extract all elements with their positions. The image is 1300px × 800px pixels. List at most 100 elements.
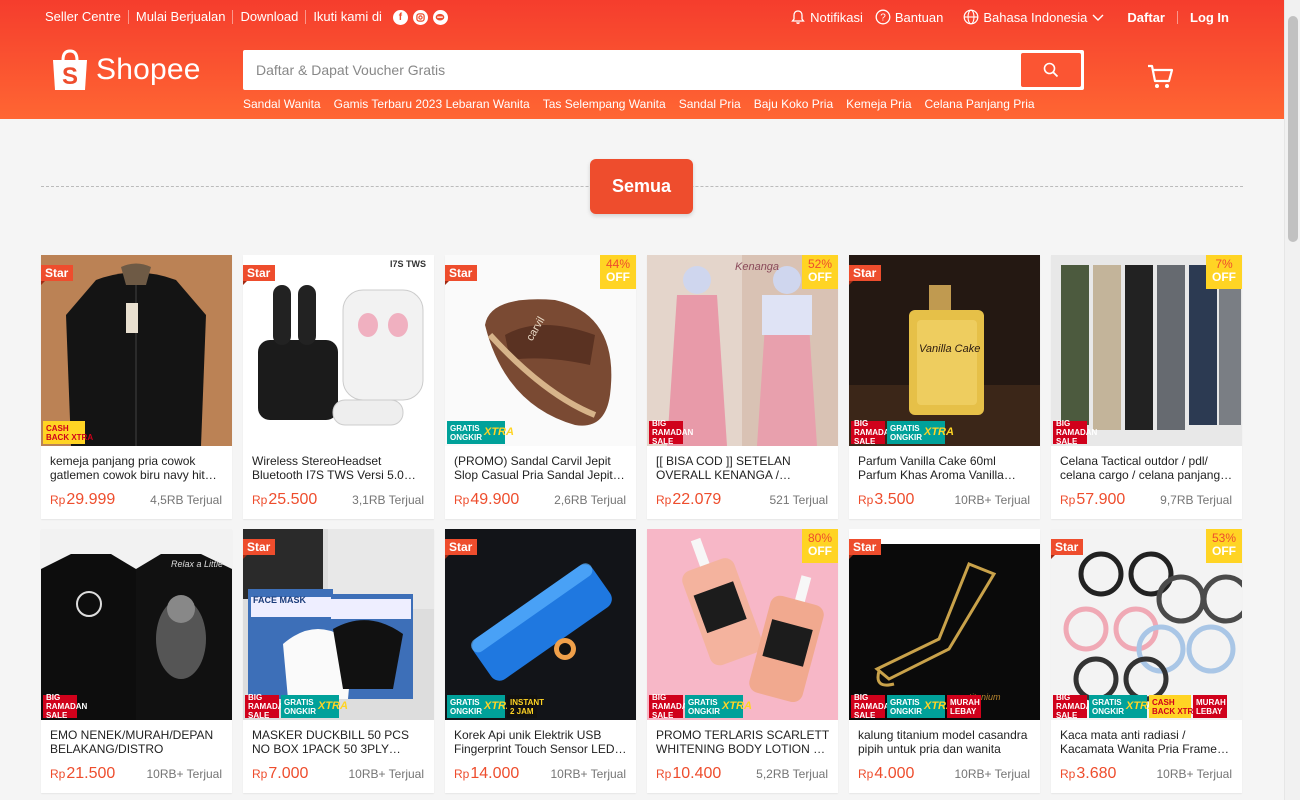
- gratis-ongkir-badge: GRATIS ONGKIR XTRA: [887, 695, 954, 718]
- big-ramadan-sale-badge: BIG RAMADAN SALE: [245, 693, 289, 720]
- suggestion-link[interactable]: Tas Selempang Wanita: [543, 97, 666, 111]
- product-price: Rp49.900: [454, 491, 520, 508]
- page-scrollbar[interactable]: [1284, 0, 1300, 800]
- download-link[interactable]: Download: [232, 10, 305, 24]
- suggestion-link[interactable]: Celana Panjang Pria: [925, 97, 1035, 111]
- sold-count: 10RB+ Terjual: [146, 767, 223, 781]
- sold-count: 9,7RB Terjual: [1160, 493, 1232, 507]
- promo-badges: BIG RAMADAN SALE GRATIS ONGKIR XTRA: [649, 693, 752, 720]
- product-card[interactable]: Kenanga 52% OFF BIG RAMADAN SALE [[ BISA …: [647, 255, 838, 519]
- top-navbar: Seller Centre Mulai Berjualan Download I…: [45, 8, 1229, 26]
- instagram-icon[interactable]: [412, 9, 428, 25]
- topbar-left: Seller Centre Mulai Berjualan Download I…: [45, 9, 448, 25]
- product-card[interactable]: Star carvil 44% OFF GRATIS ONGKIR XTRA (PR…: [445, 255, 636, 519]
- language-label: Bahasa Indonesia: [983, 9, 1088, 25]
- bell-icon: [790, 9, 806, 25]
- product-price: Rp4.000: [858, 765, 915, 782]
- discount-badge: 53% OFF: [1206, 529, 1242, 563]
- price-row: Rp7.000 10RB+ Terjual: [252, 765, 424, 783]
- price-row: Rp49.900 2,6RB Terjual: [454, 491, 626, 509]
- product-image: 7% OFF BIG RAMADAN SALE: [1051, 255, 1242, 446]
- promo-badges: BIG RAMADAN SALE: [649, 419, 693, 446]
- product-card[interactable]: Star Vanilla Cake BIG RAMADAN SALE GRATI…: [849, 255, 1040, 519]
- price-row: Rp22.079 521 Terjual: [656, 491, 828, 509]
- sold-count: 10RB+ Terjual: [348, 767, 425, 781]
- mulai-berjualan-link[interactable]: Mulai Berjualan: [127, 10, 233, 24]
- suggestion-link[interactable]: Sandal Wanita: [243, 97, 321, 111]
- product-card[interactable]: Star CASH BACK XTRA kemeja panjang pria …: [41, 255, 232, 519]
- search-button[interactable]: [1021, 53, 1081, 87]
- promo-badges: CASH BACK XTRA: [43, 421, 93, 444]
- product-card[interactable]: 80% OFF BIG RAMADAN SALE GRATIS ONGKIR XTR…: [647, 529, 838, 793]
- daftar-link[interactable]: Daftar: [1127, 10, 1165, 25]
- product-image: Star FACE MASK BIG RAMADAN SALE GRATIS O…: [243, 529, 434, 720]
- star-badge: Star: [849, 265, 882, 285]
- product-price: Rp7.000: [252, 765, 309, 782]
- product-card[interactable]: Star titanium BIG RAMADAN SALE GRATIS ON…: [849, 529, 1040, 793]
- sold-count: 10RB+ Terjual: [954, 767, 1031, 781]
- suggestion-link[interactable]: Sandal Pria: [679, 97, 741, 111]
- product-price: Rp29.999: [50, 491, 116, 508]
- cart-icon[interactable]: [1146, 62, 1174, 90]
- price-row: Rp4.000 10RB+ Terjual: [858, 765, 1030, 783]
- product-card[interactable]: Star I7S TWS Wireless StereoHeadset Blue…: [243, 255, 434, 519]
- suggestion-link[interactable]: Gamis Terbaru 2023 Lebaran Wanita: [334, 97, 530, 111]
- product-title: Parfum Vanilla Cake 60ml Parfum Khas Aro…: [858, 454, 1004, 482]
- discount-badge: 7% OFF: [1206, 255, 1242, 289]
- product-card[interactable]: 7% OFF BIG RAMADAN SALE Celana Tactical o…: [1051, 255, 1242, 519]
- star-badge: Star: [445, 265, 478, 285]
- star-badge: Star: [243, 539, 276, 559]
- divider: [1177, 10, 1178, 24]
- big-ramadan-sale-badge: BIG RAMADAN SALE: [1053, 693, 1097, 720]
- seller-centre-link[interactable]: Seller Centre: [45, 10, 128, 24]
- product-image: Star titanium BIG RAMADAN SALE GRATIS ON…: [849, 529, 1040, 720]
- product-image: Kenanga 52% OFF BIG RAMADAN SALE: [647, 255, 838, 446]
- promo-badges: BIG RAMADAN SALE: [43, 693, 87, 720]
- gratis-ongkir-badge: GRATIS ONGKIR XTRA: [1089, 695, 1156, 718]
- shopee-logo[interactable]: S Shopee: [50, 48, 201, 92]
- notifikasi-link[interactable]: Notifikasi: [790, 9, 863, 25]
- star-badge: Star: [445, 539, 478, 559]
- product-price: Rp3.500: [858, 491, 915, 508]
- brand-watermark: Vanilla Cake: [919, 343, 981, 355]
- language-selector[interactable]: Bahasa Indonesia: [963, 9, 1107, 25]
- shopee-bag-icon: S: [53, 49, 87, 90]
- promo-badges: GRATIS ONGKIR XTRA INSTANT 2 JAM: [447, 695, 544, 718]
- tab-semua[interactable]: Semua: [590, 159, 693, 214]
- cashback-badge: CASH BACK XTRA: [43, 421, 93, 444]
- scrollbar-thumb[interactable]: [1288, 16, 1298, 242]
- suggestion-link[interactable]: Baju Koko Pria: [754, 97, 833, 111]
- suggestion-link[interactable]: Kemeja Pria: [846, 97, 911, 111]
- bantuan-label: Bantuan: [894, 9, 944, 25]
- line-icon[interactable]: [432, 9, 448, 25]
- gratis-ongkir-badge: GRATIS ONGKIR XTRA: [447, 695, 514, 718]
- product-price: Rp57.900: [1060, 491, 1126, 508]
- product-price: Rp25.500: [252, 491, 318, 508]
- login-link[interactable]: Log In: [1190, 10, 1229, 25]
- promo-badges: BIG RAMADAN SALE GRATIS ONGKIR XTRA CASH …: [1053, 693, 1227, 720]
- big-ramadan-sale-badge: BIG RAMADAN SALE: [1053, 419, 1097, 446]
- big-ramadan-sale-badge: BIG RAMADAN SALE: [851, 693, 895, 720]
- search-input[interactable]: [246, 53, 1021, 87]
- bantuan-link[interactable]: ? Bantuan: [875, 9, 943, 25]
- big-ramadan-sale-badge: BIG RAMADAN SALE: [43, 693, 87, 720]
- product-price: Rp22.079: [656, 491, 722, 508]
- box-label: FACE MASK: [253, 595, 307, 605]
- product-image: Star I7S TWS: [243, 255, 434, 446]
- promo-badges: BIG RAMADAN SALE GRATIS ONGKIR XTRA MURAH…: [851, 693, 981, 720]
- help-icon: ?: [875, 9, 891, 25]
- product-title: kemeja panjang pria cowok gatlemen cowok…: [50, 454, 222, 482]
- promo-badges: BIG RAMADAN SALE GRATIS ONGKIR XTRA: [851, 419, 954, 446]
- chevron-down-icon: [1091, 9, 1107, 25]
- product-image: Star GRATIS ONGKIR XTRA INSTANT 2 JAM: [445, 529, 636, 720]
- gratis-ongkir-badge: GRATIS ONGKIR XTRA: [447, 421, 514, 444]
- notifikasi-label: Notifikasi: [810, 9, 863, 25]
- product-model-label: I7S TWS: [389, 259, 426, 269]
- big-ramadan-sale-badge: BIG RAMADAN SALE: [649, 419, 693, 446]
- product-card[interactable]: Star FACE MASK BIG RAMADAN SALE GRATIS O…: [243, 529, 434, 793]
- product-card[interactable]: Relax a Little BIG RAMADAN SALE EMO NENE…: [41, 529, 232, 793]
- product-title: kalung titanium model casandra pipih unt…: [858, 728, 1028, 756]
- product-card[interactable]: Star 53% OFF BIG RAMADAN SALE GRATIS ONGK…: [1051, 529, 1242, 793]
- facebook-icon[interactable]: f: [392, 9, 408, 25]
- product-card[interactable]: Star GRATIS ONGKIR XTRA INSTANT 2 JAM Kor…: [445, 529, 636, 793]
